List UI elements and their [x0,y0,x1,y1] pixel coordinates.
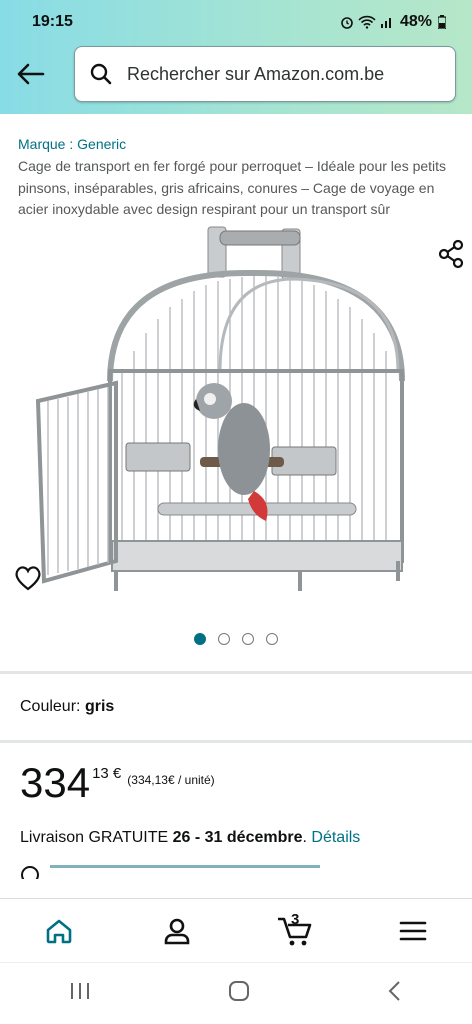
wishlist-button[interactable] [14,565,42,596]
bottom-nav: 3 [0,898,472,962]
product-image-gallery[interactable] [0,221,472,671]
price: 334 13 € (334,13€ / unité) [20,758,452,806]
nav-account[interactable] [147,901,207,961]
alarm-icon [341,17,353,29]
status-time: 19:15 [32,13,73,30]
gallery-dot[interactable] [242,632,254,645]
nav-home[interactable] [29,901,89,961]
delivery-info: Livraison GRATUITE 26 - 31 décembre. Dét… [20,828,361,846]
search-icon [90,63,112,85]
system-back-button[interactable] [387,980,403,1007]
signal-icon [380,18,391,28]
price-per-unit: (334,13€ / unité) [127,772,215,787]
price-whole: 334 [20,758,91,806]
header: 19:15 48% Rechercher sur Amazon.com.be [0,0,472,114]
menu-icon [399,921,427,940]
user-icon [164,918,190,944]
price-block: 334 13 € (334,13€ / unité) Livraison GRA… [0,743,472,879]
delivery-prefix: Livraison GRATUITE [20,828,169,846]
home-icon [46,919,72,943]
status-bar: 19:15 48% [0,0,472,44]
back-arrow-icon [17,63,45,85]
gallery-dot[interactable] [218,632,230,645]
status-right: 48% [340,13,446,31]
chevron-left-icon [388,981,401,1001]
price-fraction: 13 € [92,764,122,782]
gallery-dot[interactable] [194,632,206,645]
delivery-details-link[interactable]: Détails [311,829,360,846]
location-text-partial [50,864,320,868]
battery-text: 48% [399,13,432,30]
wifi-icon [358,15,376,29]
gallery-dot[interactable] [266,632,278,645]
share-button[interactable] [436,239,466,274]
nav-menu[interactable] [383,901,443,961]
location-icon [21,865,39,879]
delivery-dates: 26 - 31 décembre [172,828,303,846]
recent-apps-icon [70,983,89,999]
battery-icon [438,15,446,29]
search-input[interactable]: Rechercher sur Amazon.com.be [74,46,456,102]
status-icons [340,15,394,29]
home-button[interactable] [228,980,250,1007]
heart-icon [15,565,41,590]
color-label: Couleur: [20,697,81,715]
brand-link[interactable]: Marque : Generic [18,136,454,152]
location-row-partial [20,864,452,879]
back-button[interactable] [14,57,48,91]
nav-cart[interactable]: 3 [265,901,325,961]
product-image [35,226,405,591]
gallery-dots [0,632,472,645]
recent-apps-button[interactable] [69,981,91,1006]
cart-count: 3 [291,910,300,928]
color-row: Couleur: gris [0,674,472,740]
product-info: Marque : Generic Cage de transport en fe… [0,114,472,221]
search-placeholder: Rechercher sur Amazon.com.be [127,63,385,84]
home-circle-icon [228,981,249,1001]
search-row: Rechercher sur Amazon.com.be [0,44,472,104]
system-nav-bar [0,962,472,1024]
color-value: gris [84,697,115,715]
share-icon [438,239,464,268]
product-title: Cage de transport en fer forgé pour perr… [18,158,447,217]
